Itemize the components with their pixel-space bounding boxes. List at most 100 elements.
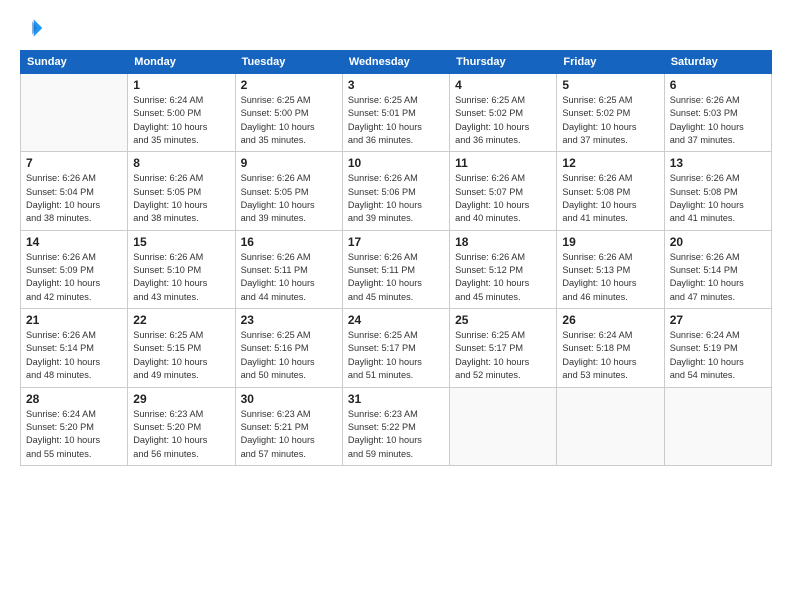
day-number: 28 bbox=[26, 392, 122, 406]
day-cell bbox=[557, 387, 664, 465]
day-cell: 16 Sunrise: 6:26 AM Sunset: 5:11 PM Dayli… bbox=[235, 230, 342, 308]
day-number: 9 bbox=[241, 156, 337, 170]
day-cell: 7 Sunrise: 6:26 AM Sunset: 5:04 PM Daylig… bbox=[21, 152, 128, 230]
day-info: Sunrise: 6:23 AM Sunset: 5:22 PM Dayligh… bbox=[348, 408, 444, 461]
day-number: 3 bbox=[348, 78, 444, 92]
day-info: Sunrise: 6:26 AM Sunset: 5:11 PM Dayligh… bbox=[241, 251, 337, 304]
day-info: Sunrise: 6:24 AM Sunset: 5:19 PM Dayligh… bbox=[670, 329, 766, 382]
day-info: Sunrise: 6:25 AM Sunset: 5:02 PM Dayligh… bbox=[562, 94, 658, 147]
day-number: 16 bbox=[241, 235, 337, 249]
day-number: 14 bbox=[26, 235, 122, 249]
calendar-table: SundayMondayTuesdayWednesdayThursdayFrid… bbox=[20, 50, 772, 466]
week-row-0: 1 Sunrise: 6:24 AM Sunset: 5:00 PM Daylig… bbox=[21, 74, 772, 152]
calendar-body: 1 Sunrise: 6:24 AM Sunset: 5:00 PM Daylig… bbox=[21, 74, 772, 466]
day-cell: 28 Sunrise: 6:24 AM Sunset: 5:20 PM Dayli… bbox=[21, 387, 128, 465]
header-row: SundayMondayTuesdayWednesdayThursdayFrid… bbox=[21, 51, 772, 74]
day-number: 21 bbox=[26, 313, 122, 327]
day-info: Sunrise: 6:25 AM Sunset: 5:02 PM Dayligh… bbox=[455, 94, 551, 147]
day-info: Sunrise: 6:26 AM Sunset: 5:09 PM Dayligh… bbox=[26, 251, 122, 304]
day-info: Sunrise: 6:26 AM Sunset: 5:14 PM Dayligh… bbox=[26, 329, 122, 382]
day-number: 5 bbox=[562, 78, 658, 92]
day-number: 17 bbox=[348, 235, 444, 249]
day-cell: 20 Sunrise: 6:26 AM Sunset: 5:14 PM Dayli… bbox=[664, 230, 771, 308]
day-number: 4 bbox=[455, 78, 551, 92]
day-info: Sunrise: 6:24 AM Sunset: 5:18 PM Dayligh… bbox=[562, 329, 658, 382]
day-info: Sunrise: 6:26 AM Sunset: 5:10 PM Dayligh… bbox=[133, 251, 229, 304]
day-number: 20 bbox=[670, 235, 766, 249]
day-cell: 11 Sunrise: 6:26 AM Sunset: 5:07 PM Dayli… bbox=[450, 152, 557, 230]
day-number: 6 bbox=[670, 78, 766, 92]
day-cell: 30 Sunrise: 6:23 AM Sunset: 5:21 PM Dayli… bbox=[235, 387, 342, 465]
day-info: Sunrise: 6:23 AM Sunset: 5:21 PM Dayligh… bbox=[241, 408, 337, 461]
logo-icon bbox=[20, 16, 44, 40]
day-cell: 13 Sunrise: 6:26 AM Sunset: 5:08 PM Dayli… bbox=[664, 152, 771, 230]
day-number: 18 bbox=[455, 235, 551, 249]
day-number: 13 bbox=[670, 156, 766, 170]
day-number: 24 bbox=[348, 313, 444, 327]
day-cell: 19Sunrise: 6:26 AM Sunset: 5:13 PM Dayli… bbox=[557, 230, 664, 308]
header-cell-monday: Monday bbox=[128, 51, 235, 74]
day-info: Sunrise: 6:26 AM Sunset: 5:07 PM Dayligh… bbox=[455, 172, 551, 225]
day-number: 25 bbox=[455, 313, 551, 327]
header bbox=[20, 16, 772, 40]
day-number: 11 bbox=[455, 156, 551, 170]
day-number: 7 bbox=[26, 156, 122, 170]
day-info: Sunrise: 6:26 AM Sunset: 5:12 PM Dayligh… bbox=[455, 251, 551, 304]
day-cell: 10 Sunrise: 6:26 AM Sunset: 5:06 PM Dayli… bbox=[342, 152, 449, 230]
day-cell: 22 Sunrise: 6:25 AM Sunset: 5:15 PM Dayli… bbox=[128, 309, 235, 387]
day-number: 10 bbox=[348, 156, 444, 170]
day-info: Sunrise: 6:26 AM Sunset: 5:11 PM Dayligh… bbox=[348, 251, 444, 304]
day-number: 23 bbox=[241, 313, 337, 327]
week-row-2: 14 Sunrise: 6:26 AM Sunset: 5:09 PM Dayli… bbox=[21, 230, 772, 308]
week-row-4: 28 Sunrise: 6:24 AM Sunset: 5:20 PM Dayli… bbox=[21, 387, 772, 465]
day-cell: 21 Sunrise: 6:26 AM Sunset: 5:14 PM Dayli… bbox=[21, 309, 128, 387]
day-number: 30 bbox=[241, 392, 337, 406]
page: SundayMondayTuesdayWednesdayThursdayFrid… bbox=[0, 0, 792, 612]
day-number: 27 bbox=[670, 313, 766, 327]
day-info: Sunrise: 6:24 AM Sunset: 5:20 PM Dayligh… bbox=[26, 408, 122, 461]
calendar-header: SundayMondayTuesdayWednesdayThursdayFrid… bbox=[21, 51, 772, 74]
day-cell: 14 Sunrise: 6:26 AM Sunset: 5:09 PM Dayli… bbox=[21, 230, 128, 308]
day-info: Sunrise: 6:26 AM Sunset: 5:14 PM Dayligh… bbox=[670, 251, 766, 304]
day-info: Sunrise: 6:26 AM Sunset: 5:08 PM Dayligh… bbox=[562, 172, 658, 225]
day-info: Sunrise: 6:26 AM Sunset: 5:04 PM Dayligh… bbox=[26, 172, 122, 225]
day-cell bbox=[664, 387, 771, 465]
day-info: Sunrise: 6:26 AM Sunset: 5:03 PM Dayligh… bbox=[670, 94, 766, 147]
day-info: Sunrise: 6:26 AM Sunset: 5:06 PM Dayligh… bbox=[348, 172, 444, 225]
header-cell-wednesday: Wednesday bbox=[342, 51, 449, 74]
day-cell: 12 Sunrise: 6:26 AM Sunset: 5:08 PM Dayli… bbox=[557, 152, 664, 230]
week-row-1: 7 Sunrise: 6:26 AM Sunset: 5:04 PM Daylig… bbox=[21, 152, 772, 230]
header-cell-saturday: Saturday bbox=[664, 51, 771, 74]
day-cell: 8Sunrise: 6:26 AM Sunset: 5:05 PM Daylig… bbox=[128, 152, 235, 230]
day-number: 29 bbox=[133, 392, 229, 406]
day-cell: 24 Sunrise: 6:25 AM Sunset: 5:17 PM Dayli… bbox=[342, 309, 449, 387]
week-row-3: 21 Sunrise: 6:26 AM Sunset: 5:14 PM Dayli… bbox=[21, 309, 772, 387]
header-cell-friday: Friday bbox=[557, 51, 664, 74]
day-number: 22 bbox=[133, 313, 229, 327]
day-number: 1 bbox=[133, 78, 229, 92]
day-cell: 15 Sunrise: 6:26 AM Sunset: 5:10 PM Dayli… bbox=[128, 230, 235, 308]
day-cell bbox=[450, 387, 557, 465]
day-number: 8 bbox=[133, 156, 229, 170]
header-cell-tuesday: Tuesday bbox=[235, 51, 342, 74]
day-cell: 6 Sunrise: 6:26 AM Sunset: 5:03 PM Daylig… bbox=[664, 74, 771, 152]
day-cell: 23 Sunrise: 6:25 AM Sunset: 5:16 PM Dayli… bbox=[235, 309, 342, 387]
day-cell: 9 Sunrise: 6:26 AM Sunset: 5:05 PM Daylig… bbox=[235, 152, 342, 230]
day-info: Sunrise: 6:26 AM Sunset: 5:05 PM Dayligh… bbox=[241, 172, 337, 225]
day-info: Sunrise: 6:24 AM Sunset: 5:00 PM Dayligh… bbox=[133, 94, 229, 147]
day-info: Sunrise: 6:23 AM Sunset: 5:20 PM Dayligh… bbox=[133, 408, 229, 461]
day-info: Sunrise: 6:25 AM Sunset: 5:17 PM Dayligh… bbox=[455, 329, 551, 382]
day-number: 12 bbox=[562, 156, 658, 170]
day-info: Sunrise: 6:26 AM Sunset: 5:08 PM Dayligh… bbox=[670, 172, 766, 225]
day-info: Sunrise: 6:25 AM Sunset: 5:17 PM Dayligh… bbox=[348, 329, 444, 382]
header-cell-thursday: Thursday bbox=[450, 51, 557, 74]
logo bbox=[20, 16, 48, 40]
day-number: 15 bbox=[133, 235, 229, 249]
day-cell bbox=[21, 74, 128, 152]
day-cell: 4 Sunrise: 6:25 AM Sunset: 5:02 PM Daylig… bbox=[450, 74, 557, 152]
day-info: Sunrise: 6:25 AM Sunset: 5:16 PM Dayligh… bbox=[241, 329, 337, 382]
day-info: Sunrise: 6:25 AM Sunset: 5:01 PM Dayligh… bbox=[348, 94, 444, 147]
day-info: Sunrise: 6:25 AM Sunset: 5:15 PM Dayligh… bbox=[133, 329, 229, 382]
day-number: 26 bbox=[562, 313, 658, 327]
day-number: 2 bbox=[241, 78, 337, 92]
